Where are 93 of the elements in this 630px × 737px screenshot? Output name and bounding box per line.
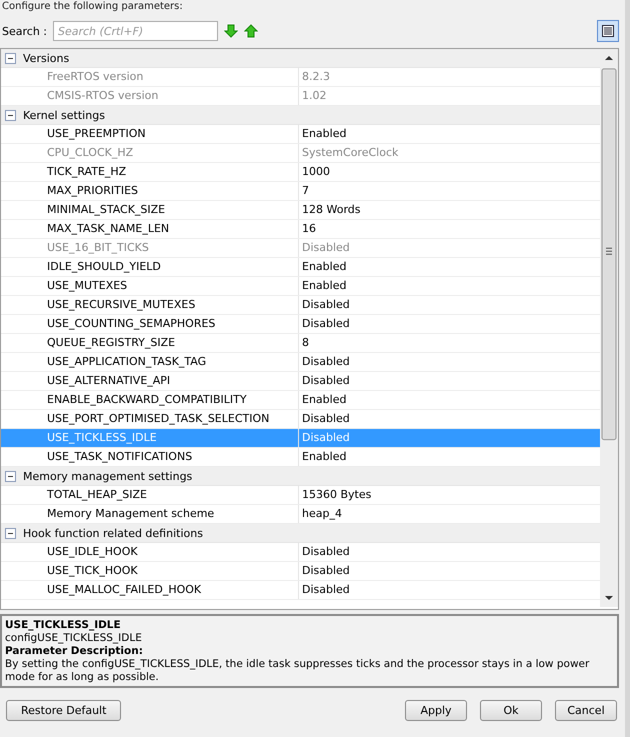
parameter-row[interactable]: QUEUE_REGISTRY_SIZE 8 <box>1 334 600 353</box>
parameter-row[interactable]: TOTAL_HEAP_SIZE 15360 Bytes <box>1 486 600 505</box>
parameter-value: 1.02 <box>301 88 326 104</box>
config-name: configUSE_TICKLESS_IDLE <box>5 632 143 645</box>
parameter-name: MAX_TASK_NAME_LEN <box>1 220 299 238</box>
dialog-button[interactable]: Apply <box>405 700 467 721</box>
parameter-name: USE_MUTEXES <box>1 277 299 295</box>
parameter-name: MINIMAL_STACK_SIZE <box>1 201 299 219</box>
parameter-name: ENABLE_BACKWARD_COMPATIBILITY <box>1 391 299 409</box>
parameter-row[interactable]: USE_COUNTING_SEMAPHORES Disabled <box>1 315 600 334</box>
dialog-button[interactable]: Cancel <box>555 700 617 721</box>
parameter-value: Disabled <box>301 316 350 332</box>
search-label: Search : <box>2 24 47 38</box>
parameter-name: MAX_PRIORITIES <box>1 182 299 200</box>
parameter-name: USE_PORT_OPTIMISED_TASK_SELECTION <box>1 410 299 428</box>
parameter-row[interactable]: USE_IDLE_HOOK Disabled <box>1 543 600 562</box>
description-text: By setting the configUSE_TICKLESS_IDLE, the idle task suppresses ticks and the processor stays in a low power mode for as long as possible. <box>5 658 590 684</box>
parameter-value: Disabled <box>301 544 350 560</box>
parameter-value: 15360 Bytes <box>301 487 372 503</box>
scrollbar[interactable] <box>600 49 618 607</box>
parameter-value: Enabled <box>301 449 346 465</box>
parameter-name: QUEUE_REGISTRY_SIZE <box>1 334 299 352</box>
collapse-icon[interactable] <box>5 110 16 120</box>
parameter-name: USE_TICK_HOOK <box>1 562 299 580</box>
parameter-value: Disabled <box>301 297 350 313</box>
parameter-name: USE_IDLE_HOOK <box>1 543 299 561</box>
parameter-value: 8.2.3 <box>301 69 330 85</box>
parameter-value: 128 Words <box>301 202 360 218</box>
header-text: Configure the following parameters: <box>1 0 184 14</box>
group-label: Hook function related definitions <box>23 526 203 540</box>
parameter-row[interactable]: MINIMAL_STACK_SIZE 128 Words <box>1 201 600 220</box>
parameter-value: Disabled <box>301 411 350 427</box>
description-heading: Parameter Description: <box>5 645 144 658</box>
parameter-row[interactable]: USE_PREEMPTION Enabled <box>1 125 600 144</box>
parameter-name: CMSIS-RTOS version <box>1 87 299 105</box>
group-label: Versions <box>23 52 70 64</box>
parameter-row[interactable]: ENABLE_BACKWARD_COMPATIBILITY Enabled <box>1 391 600 410</box>
parameter-value: 7 <box>301 183 309 199</box>
parameter-name: USE_PREEMPTION <box>1 125 299 143</box>
parameter-name: TOTAL_HEAP_SIZE <box>1 486 299 504</box>
parameter-row[interactable]: USE_MALLOC_FAILED_HOOK Disabled <box>1 581 600 600</box>
arrow-down-icon[interactable] <box>224 24 238 38</box>
parameter-value: Enabled <box>301 278 346 294</box>
collapse-icon[interactable] <box>5 52 16 64</box>
parameter-name: USE_MALLOC_FAILED_HOOK <box>1 581 299 599</box>
parameter-value: Disabled <box>301 354 350 370</box>
parameter-value: Enabled <box>301 392 346 408</box>
parameter-name: TICK_RATE_HZ <box>1 163 299 181</box>
parameter-row[interactable]: USE_TICK_HOOK Disabled <box>1 562 600 581</box>
parameter-value: Disabled <box>301 563 350 579</box>
parameter-row[interactable]: USE_TASK_NOTIFICATIONS Enabled <box>1 448 600 467</box>
parameter-name: USE_16_BIT_TICKS <box>1 239 299 257</box>
parameter-row[interactable]: MAX_TASK_NAME_LEN 16 <box>1 220 600 239</box>
parameter-value: Disabled <box>301 373 350 389</box>
dialog-button[interactable]: Ok <box>480 700 542 721</box>
parameter-row[interactable]: IDLE_SHOULD_YIELD Enabled <box>1 258 600 277</box>
parameter-name: IDLE_SHOULD_YIELD <box>1 258 299 276</box>
collapse-icon[interactable] <box>5 470 16 482</box>
parameter-row[interactable]: MAX_PRIORITIES 7 <box>1 182 600 201</box>
parameter-row[interactable]: USE_RECURSIVE_MUTEXES Disabled <box>1 296 600 315</box>
parameter-name: CPU_CLOCK_HZ <box>1 144 299 162</box>
search-field[interactable]: Search (Crtl+F) <box>53 21 218 41</box>
arrow-up-icon[interactable] <box>244 24 258 38</box>
parameter-value: 16 <box>301 221 316 237</box>
parameter-value: Enabled <box>301 259 346 275</box>
parameter-row[interactable]: TICK_RATE_HZ 1000 <box>1 163 600 182</box>
description-title: USE_TICKLESS_IDLE <box>5 619 122 632</box>
parameter-row[interactable]: USE_PORT_OPTIMISED_TASK_SELECTION Disabled <box>1 410 600 429</box>
parameter-name: Memory Management scheme <box>1 505 299 523</box>
parameter-name: FreeRTOS version <box>1 68 299 86</box>
parameter-value: Disabled <box>301 240 350 256</box>
parameter-value: Disabled <box>301 430 350 446</box>
parameter-value: Enabled <box>301 126 346 142</box>
parameter-value: SystemCoreClock <box>301 145 398 161</box>
parameter-name: USE_TASK_NOTIFICATIONS <box>1 448 299 466</box>
restore-default-button[interactable]: Restore Default <box>6 700 122 721</box>
parameter-row[interactable]: Memory Management scheme heap_4 <box>1 505 600 524</box>
parameter-row[interactable]: USE_MUTEXES Enabled <box>1 277 600 296</box>
parameter-name: USE_APPLICATION_TASK_TAG <box>1 353 299 371</box>
group-label: Memory management settings <box>23 470 192 482</box>
parameter-name: USE_ALTERNATIVE_API <box>1 372 299 390</box>
parameter-name: USE_RECURSIVE_MUTEXES <box>1 296 299 314</box>
parameter-name: USE_TICKLESS_IDLE <box>1 429 299 447</box>
parameter-name: USE_COUNTING_SEMAPHORES <box>1 315 299 333</box>
parameter-value: 8 <box>301 335 309 351</box>
parameter-value: Disabled <box>301 582 350 598</box>
list-view-icon[interactable] <box>597 20 619 42</box>
collapse-icon[interactable] <box>5 528 16 538</box>
parameter-row[interactable]: USE_ALTERNATIVE_API Disabled <box>1 372 600 391</box>
parameter-row[interactable]: USE_APPLICATION_TASK_TAG Disabled <box>1 353 600 372</box>
group-label: Kernel settings <box>23 108 105 122</box>
parameter-value: 1000 <box>301 164 330 180</box>
parameter-value: heap_4 <box>301 506 342 522</box>
